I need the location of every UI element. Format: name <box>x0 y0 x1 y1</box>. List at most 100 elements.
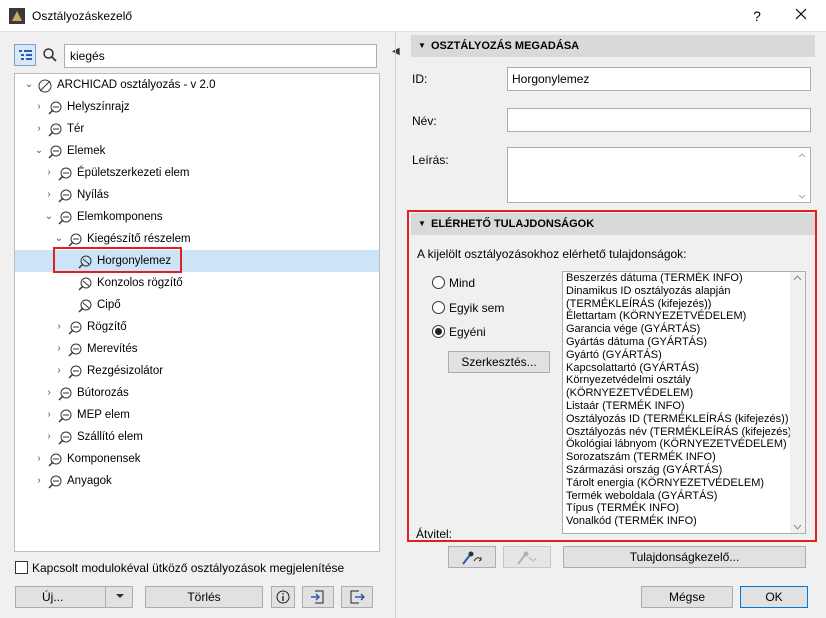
property-manager-button[interactable]: Tulajdonságkezelő... <box>563 546 806 568</box>
tree-row[interactable]: › Helyszínrajz <box>15 96 379 118</box>
conflict-checkbox[interactable] <box>15 561 28 574</box>
class-icon <box>67 342 83 357</box>
chevron-right-icon[interactable]: › <box>33 118 45 140</box>
class-icon <box>67 232 83 247</box>
description-field[interactable] <box>507 147 811 203</box>
section-collapse-icon: ▼ <box>418 41 426 50</box>
class-icon <box>57 408 73 423</box>
tree-row[interactable]: › Bútorozás <box>15 382 379 404</box>
export-icon <box>350 590 366 604</box>
class-icon <box>57 166 73 181</box>
name-field[interactable] <box>507 108 811 132</box>
inject-settings-button[interactable] <box>503 546 551 568</box>
tree-row[interactable]: › Komponensek <box>15 448 379 470</box>
tree-row-label: MEP elem <box>77 409 130 421</box>
chevron-right-icon[interactable]: › <box>43 162 55 184</box>
chevron-right-icon[interactable]: › <box>43 426 55 448</box>
close-icon <box>795 8 807 20</box>
class-icon <box>47 100 63 115</box>
chevron-right-icon[interactable]: › <box>43 184 55 206</box>
chevron-down-icon[interactable]: ⌄ <box>23 74 35 96</box>
tree-row[interactable]: › Szállító elem <box>15 426 379 448</box>
chevron-right-icon[interactable]: › <box>53 316 65 338</box>
tree-row-label: Tér <box>67 123 85 135</box>
tree-row[interactable]: › Nyílás <box>15 184 379 206</box>
tree-row-label: Merevítés <box>87 343 138 355</box>
chevron-right-icon[interactable]: › <box>33 96 45 118</box>
class-leaf-icon <box>77 298 93 313</box>
class-icon <box>57 210 73 225</box>
import-button[interactable] <box>302 586 334 608</box>
chevron-right-icon[interactable]: › <box>33 448 45 470</box>
id-label: ID: <box>412 72 428 86</box>
list-tree-icon <box>19 50 32 60</box>
tree-row-label: Bútorozás <box>77 387 129 399</box>
panel-divider[interactable] <box>395 32 396 618</box>
chevron-right-icon[interactable]: › <box>53 338 65 360</box>
class-icon <box>67 364 83 379</box>
tree-row-label: ARCHICAD osztályozás - v 2.0 <box>57 79 216 91</box>
help-button[interactable]: ? <box>745 3 769 29</box>
import-icon <box>311 590 324 604</box>
classification-tree[interactable]: ⌄ ARCHICAD osztályozás - v 2.0 › Helyszínra… <box>14 73 380 552</box>
pick-up-settings-button[interactable] <box>448 546 496 568</box>
export-button[interactable] <box>341 586 373 608</box>
new-dropdown-button[interactable] <box>105 586 133 608</box>
close-button[interactable] <box>788 3 814 29</box>
class-icon <box>47 474 63 489</box>
info-icon <box>276 590 290 604</box>
chevron-down-icon[interactable]: ⌄ <box>43 206 55 228</box>
tree-row-label: Komponensek <box>67 453 141 465</box>
tree-row[interactable]: › Rezgésizolátor <box>15 360 379 382</box>
tree-row-label: Elemek <box>67 145 106 157</box>
tree-row-label: Anyagok <box>67 475 112 487</box>
class-icon <box>47 122 63 137</box>
tree-row[interactable]: › Merevítés <box>15 338 379 360</box>
chevron-right-icon[interactable]: › <box>43 382 55 404</box>
classification-system-icon <box>37 78 53 93</box>
class-icon <box>57 430 73 445</box>
class-icon <box>47 144 63 159</box>
class-leaf-icon <box>77 276 93 291</box>
tree-row-label: Helyszínrajz <box>67 101 130 113</box>
id-field[interactable]: Horgonylemez <box>507 67 811 91</box>
new-button-label: Új... <box>42 590 64 604</box>
tree-row[interactable]: ⌄ Elemek <box>15 140 379 162</box>
tree-row[interactable]: › Tér <box>15 118 379 140</box>
tree-row[interactable]: Konzolos rögzítő <box>15 272 379 294</box>
tree-row[interactable]: ⌄ Elemkomponens <box>15 206 379 228</box>
chevron-right-icon[interactable]: › <box>53 360 65 382</box>
tree-row[interactable]: ⌄ ARCHICAD osztályozás - v 2.0 <box>15 74 379 96</box>
tree-row[interactable]: Cipő <box>15 294 379 316</box>
tree-view-toggle-button[interactable] <box>14 44 36 66</box>
class-icon <box>67 320 83 335</box>
description-scroll-arrows[interactable] <box>797 151 807 201</box>
chevron-right-icon[interactable]: › <box>33 470 45 492</box>
tree-row-label: Épületszerkezeti elem <box>77 167 190 179</box>
chevron-down-icon[interactable]: ⌄ <box>33 140 45 162</box>
delete-button[interactable]: Törlés <box>145 586 263 608</box>
search-icon <box>43 48 57 62</box>
tree-row[interactable]: › MEP elem <box>15 404 379 426</box>
definition-section-header[interactable]: ▼ OSZTÁLYOZÁS MEGADÁSA <box>411 35 815 57</box>
cancel-button[interactable]: Mégse <box>641 586 733 608</box>
search-input[interactable] <box>64 44 377 68</box>
class-icon <box>57 386 73 401</box>
tree-row-label: Rezgésizolátor <box>87 365 164 377</box>
tree-row-label: Szállító elem <box>77 431 143 443</box>
name-label: Név: <box>412 114 437 128</box>
tree-row-label: Nyílás <box>77 189 109 201</box>
tree-row[interactable]: › Anyagok <box>15 470 379 492</box>
definition-section-title: OSZTÁLYOZÁS MEGADÁSA <box>431 40 580 52</box>
app-icon <box>9 8 25 24</box>
class-icon <box>57 188 73 203</box>
tree-row[interactable]: › Rögzítő <box>15 316 379 338</box>
info-button[interactable] <box>271 586 295 608</box>
description-label: Leírás: <box>412 153 449 167</box>
tree-row[interactable]: › Épületszerkezeti elem <box>15 162 379 184</box>
properties-highlight-box <box>407 210 817 542</box>
tree-row-label: Elemkomponens <box>77 211 163 223</box>
window-title: Osztályozáskezelő <box>32 9 133 23</box>
ok-button[interactable]: OK <box>740 586 808 608</box>
chevron-right-icon[interactable]: › <box>43 404 55 426</box>
